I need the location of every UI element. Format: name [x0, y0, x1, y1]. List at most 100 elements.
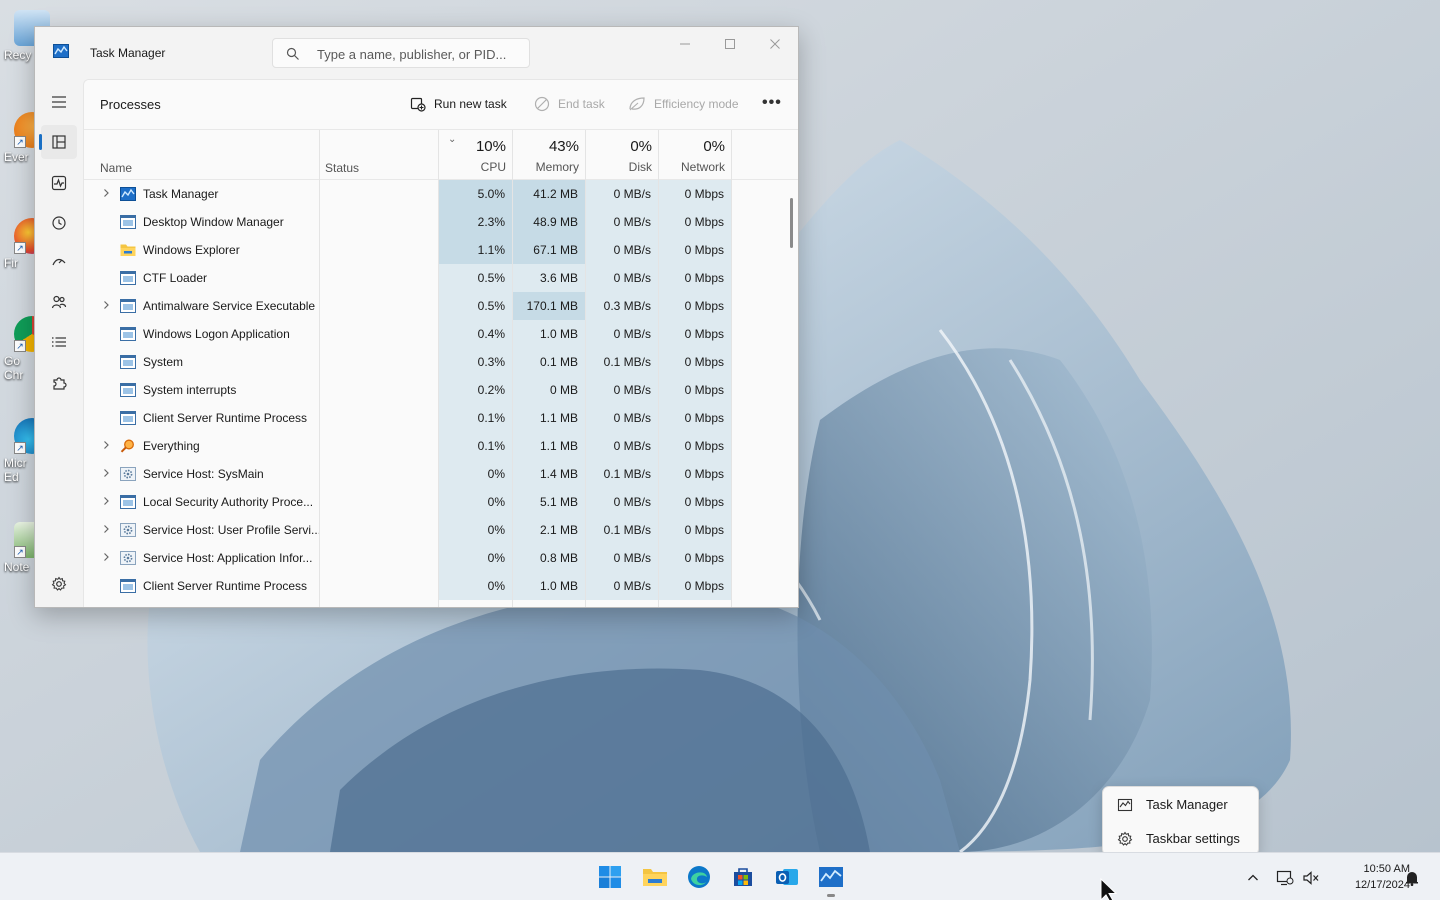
- nav-startup-apps[interactable]: [41, 245, 77, 279]
- process-row[interactable]: Task Manager 5.0% 41.2 MB 0 MB/s 0 Mbps: [84, 180, 798, 208]
- process-name: Windows Explorer: [143, 243, 240, 257]
- network-cell: 0 Mbps: [659, 544, 731, 572]
- clock[interactable]: 10:50 AM 12/17/2024: [1320, 861, 1410, 893]
- task-manager-icon: [120, 187, 136, 201]
- leaf-icon: [629, 97, 645, 111]
- network-cell: 0 Mbps: [659, 208, 731, 236]
- nav-settings[interactable]: [41, 567, 77, 601]
- column-header-name[interactable]: Name: [100, 161, 132, 175]
- window-app-icon: [120, 383, 136, 397]
- cpu-cell: 0.1%: [439, 404, 512, 432]
- process-row[interactable]: CTF Loader 0.5% 3.6 MB 0 MB/s 0 Mbps: [84, 264, 798, 292]
- start-button[interactable]: [596, 863, 624, 891]
- memory-cell: 1.0 MB: [513, 320, 585, 348]
- disk-cell: 0 MB/s: [586, 320, 658, 348]
- column-header-status[interactable]: Status: [325, 161, 359, 175]
- context-menu-task-manager[interactable]: Task Manager: [1107, 789, 1256, 821]
- network-cell: 0 Mbps: [659, 404, 731, 432]
- clock-date: 12/17/2024: [1354, 879, 1410, 891]
- run-new-task-button[interactable]: Run new task: [410, 96, 507, 112]
- network-cell: 0 Mbps: [659, 264, 731, 292]
- chevron-right-icon[interactable]: [101, 440, 111, 450]
- cpu-cell: 0.3%: [439, 348, 512, 376]
- store-icon: [734, 868, 752, 886]
- process-row[interactable]: Everything 0.1% 1.1 MB 0 MB/s 0 Mbps: [84, 432, 798, 460]
- process-row[interactable]: Windows Explorer 1.1% 67.1 MB 0 MB/s 0 Mbps: [84, 236, 798, 264]
- taskbar-edge[interactable]: [685, 863, 713, 891]
- gear-service-icon: [120, 523, 136, 537]
- title-bar[interactable]: Task Manager: [35, 27, 798, 79]
- nav-performance[interactable]: [41, 166, 77, 200]
- network-tray-button[interactable]: [1276, 869, 1294, 887]
- memory-cell: 3.6 MB: [513, 264, 585, 292]
- task-manager-icon: [1117, 798, 1133, 812]
- process-row[interactable]: Client Server Runtime Process 0.1% 1.1 MB 0…: [84, 404, 798, 432]
- disk-total: 0%: [630, 138, 652, 155]
- process-row[interactable]: Desktop Window Manager 2.3% 48.9 MB 0 MB/s 0…: [84, 208, 798, 236]
- process-row[interactable]: Antimalware Service Executable 0.5% 170.1 …: [84, 292, 798, 320]
- startup-icon: [52, 258, 66, 266]
- search-input[interactable]: [317, 44, 522, 64]
- hamburger-menu-button[interactable]: [41, 85, 77, 119]
- window-app-icon: [120, 327, 136, 341]
- nav-details[interactable]: [41, 325, 77, 359]
- context-menu-taskbar-settings[interactable]: Taskbar settings: [1107, 823, 1256, 855]
- end-task-button[interactable]: End task: [534, 96, 605, 112]
- efficiency-mode-button[interactable]: Efficiency mode: [628, 96, 739, 112]
- disk-cell: 0 MB/s: [586, 376, 658, 404]
- taskbar-task-manager[interactable]: [817, 863, 845, 891]
- gear-service-icon: [120, 551, 136, 565]
- memory-cell: 0 MB: [513, 376, 585, 404]
- network-cell: 0 Mbps: [659, 320, 731, 348]
- chevron-right-icon[interactable]: [101, 468, 111, 478]
- volume-tray-button[interactable]: [1302, 869, 1320, 887]
- column-divider: [585, 130, 586, 607]
- notifications-button[interactable]: [1403, 869, 1421, 887]
- taskbar-file-explorer[interactable]: [641, 863, 669, 891]
- disk-cell: 0 MB/s: [586, 236, 658, 264]
- disk-label: Disk: [628, 160, 652, 174]
- chevron-right-icon[interactable]: [101, 300, 111, 310]
- network-cell: 0 Mbps: [659, 572, 731, 600]
- process-name: CTF Loader: [143, 271, 208, 285]
- nav-processes[interactable]: [39, 125, 77, 159]
- process-row[interactable]: Windows Logon Application 0.4% 1.0 MB 0 MB/…: [84, 320, 798, 348]
- close-button[interactable]: [753, 31, 797, 57]
- process-row[interactable]: System 0.3% 0.1 MB 0.1 MB/s 0 Mbps: [84, 348, 798, 376]
- maximize-button[interactable]: [708, 31, 752, 57]
- disk-cell: 0 MB/s: [586, 404, 658, 432]
- run-task-icon: [410, 97, 426, 112]
- chevron-right-icon[interactable]: [101, 552, 111, 562]
- end-task-label: End task: [558, 97, 605, 111]
- window-app-icon: [120, 579, 136, 593]
- nav-app-history[interactable]: [41, 206, 77, 240]
- processes-page: Processes Run new task End task Efficien…: [83, 79, 798, 607]
- vertical-scrollbar[interactable]: [790, 198, 793, 248]
- taskbar-outlook[interactable]: [773, 863, 801, 891]
- disk-cell: 0 MB/s: [586, 264, 658, 292]
- search-box[interactable]: [272, 38, 530, 68]
- show-hidden-icons-button[interactable]: [1244, 869, 1262, 887]
- minimize-button[interactable]: [663, 31, 707, 57]
- chevron-right-icon[interactable]: [101, 524, 111, 534]
- process-row[interactable]: Service Host: User Profile Servi... 0% 2.1…: [84, 516, 798, 544]
- memory-cell: 1.4 MB: [513, 460, 585, 488]
- minimize-icon: [680, 43, 690, 45]
- process-row[interactable]: Service Host: SysMain 0% 1.4 MB 0.1 MB/s 0 M…: [84, 460, 798, 488]
- process-name: System interrupts: [143, 383, 237, 397]
- process-row[interactable]: System interrupts 0.2% 0 MB 0 MB/s 0 Mbps: [84, 376, 798, 404]
- more-options-button[interactable]: •••: [762, 94, 786, 114]
- process-row[interactable]: Local Security Authority Proce... 0% 5.1 M…: [84, 488, 798, 516]
- nav-services[interactable]: [41, 366, 77, 400]
- bell-icon: [1406, 872, 1418, 886]
- chevron-right-icon[interactable]: [101, 188, 111, 198]
- nav-users[interactable]: [41, 285, 77, 319]
- process-row[interactable]: Client Server Runtime Process 0% 1.0 MB 0 M…: [84, 572, 798, 600]
- taskbar-microsoft-store[interactable]: [729, 863, 757, 891]
- shortcut-arrow-icon: ↗: [14, 442, 26, 454]
- cpu-cell: 0.2%: [439, 376, 512, 404]
- disk-cell: 0 MB/s: [586, 208, 658, 236]
- memory-cell: 1.1 MB: [513, 404, 585, 432]
- chevron-right-icon[interactable]: [101, 496, 111, 506]
- process-row[interactable]: Service Host: Application Infor... 0% 0.8 …: [84, 544, 798, 572]
